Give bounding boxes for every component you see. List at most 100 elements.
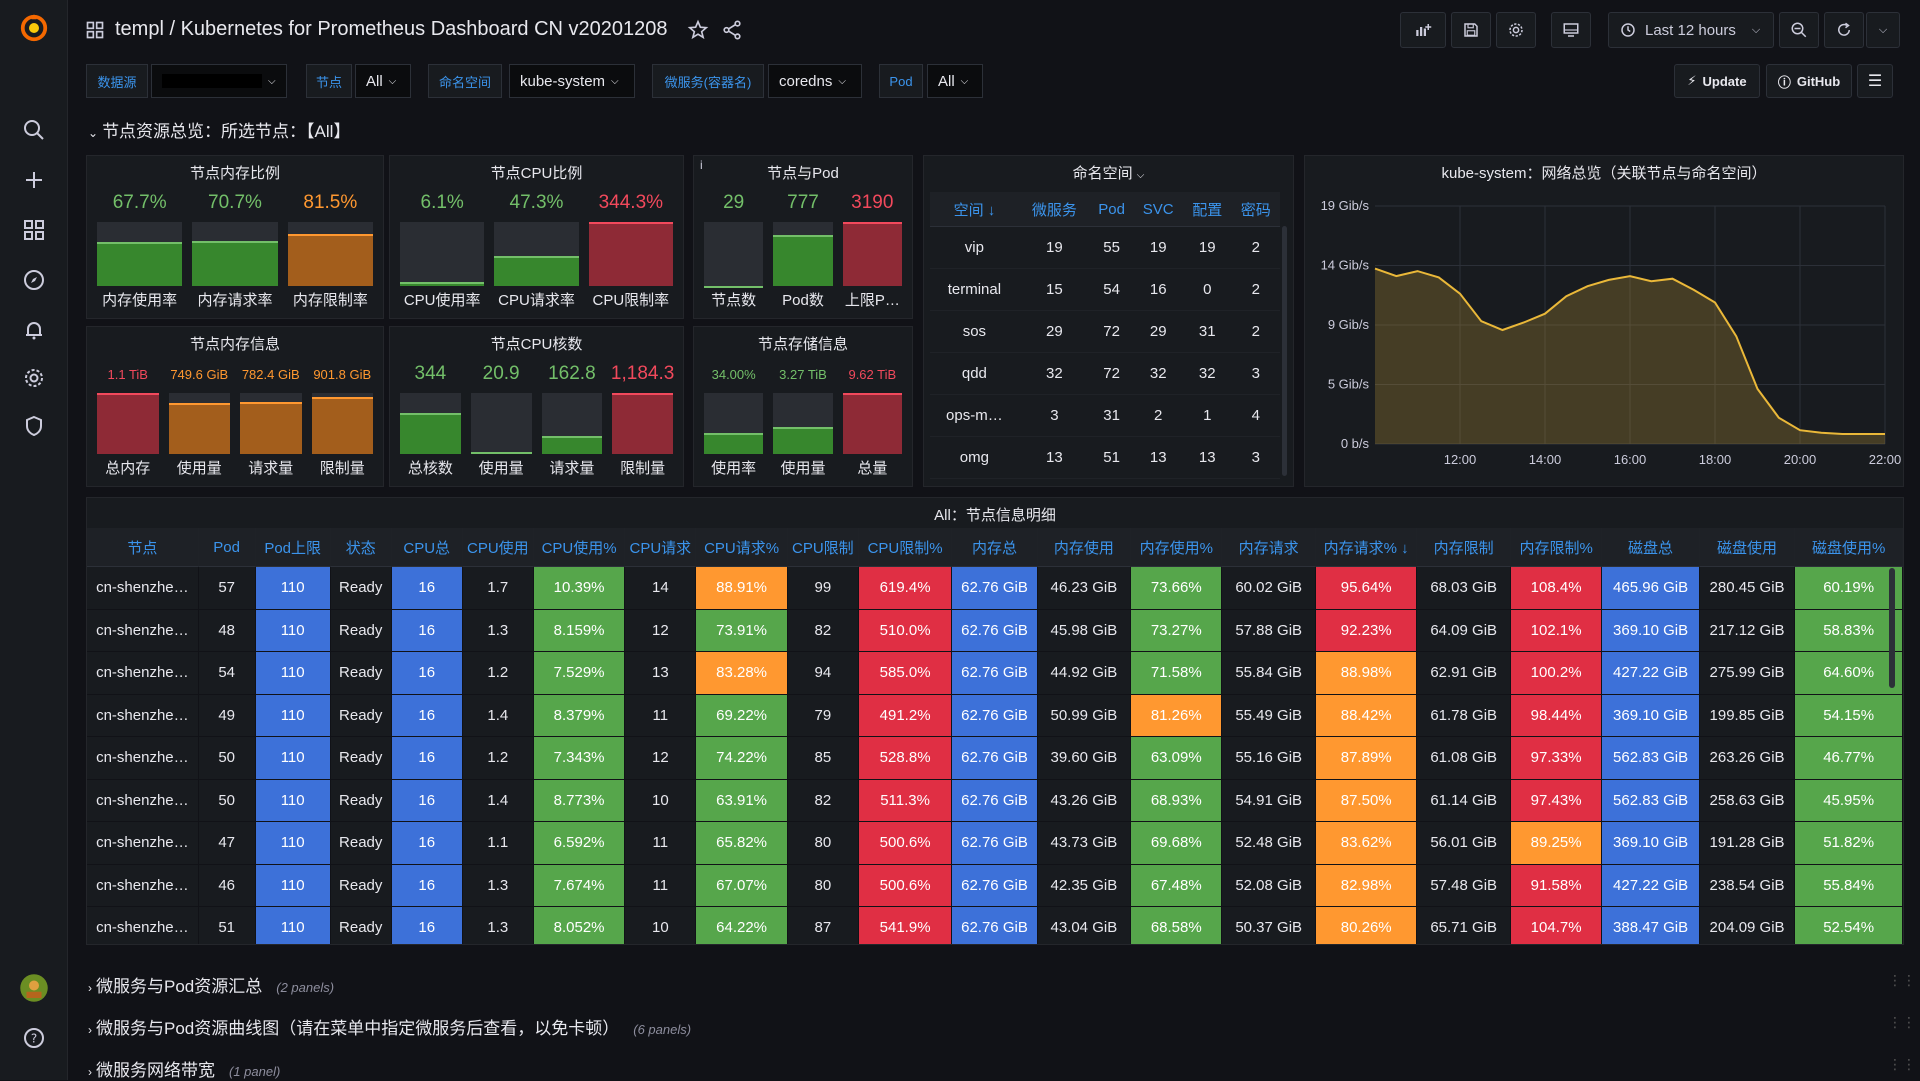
- table-scrollbar[interactable]: [1889, 568, 1895, 688]
- explore-compass-icon[interactable]: [18, 264, 50, 296]
- links-menu-button[interactable]: ☰: [1857, 64, 1893, 98]
- panel-node-pod[interactable]: i 节点与Pod 29 节点数 777 Pod数 3190 上限P…: [693, 155, 913, 319]
- refresh-interval-dropdown[interactable]: ⌵: [1866, 12, 1900, 48]
- row-node-overview[interactable]: ⌄ 节点资源总览：所选节点：【All】: [88, 117, 350, 142]
- dashboard-title[interactable]: templ / Kubernetes for Prometheus Dashbo…: [115, 18, 668, 41]
- column-header[interactable]: 磁盘总: [1602, 528, 1700, 567]
- save-dashboard-button[interactable]: [1451, 12, 1491, 48]
- shield-icon[interactable]: [18, 410, 50, 442]
- help-icon[interactable]: ?: [18, 1022, 50, 1054]
- dashboards-icon[interactable]: [18, 214, 50, 246]
- column-header[interactable]: CPU请求: [625, 528, 697, 567]
- collapsed-row[interactable]: › 微服务网络带宽 (1 panel) ⋮⋮: [88, 1056, 1916, 1081]
- configuration-gear-icon[interactable]: [18, 362, 50, 394]
- column-header[interactable]: 节点: [87, 528, 199, 567]
- table-cell: 1.3: [462, 864, 534, 907]
- add-panel-button[interactable]: [1400, 12, 1446, 48]
- time-range-picker[interactable]: Last 12 hours ⌵: [1608, 12, 1774, 48]
- panel-mem-ratio[interactable]: 节点内存比例 67.7% 内存使用率 70.7% 内存请求率 81.5% 内存限制率: [86, 155, 384, 319]
- pod-select[interactable]: All ⌵: [927, 64, 983, 98]
- panel-storage[interactable]: 节点存储信息 34.00% 使用率 3.27 TiB 使用量 9.62 TiB 总量: [693, 326, 913, 487]
- drag-handle-icon[interactable]: ⋮⋮: [1888, 1014, 1916, 1031]
- column-header[interactable]: CPU请求%: [696, 528, 788, 567]
- column-header[interactable]: Pod: [1089, 192, 1134, 227]
- column-header[interactable]: 内存使用%: [1131, 528, 1223, 567]
- search-icon[interactable]: [18, 114, 50, 146]
- zoom-out-button[interactable]: [1779, 12, 1819, 48]
- table-row[interactable]: cn-shenzhe… 47 110 Ready 16 1.1 6.592% 11 65.82%…: [87, 822, 1903, 865]
- column-header[interactable]: Pod上限: [255, 528, 331, 567]
- alerting-bell-icon[interactable]: [18, 314, 50, 346]
- table-cell: 110: [255, 907, 331, 944]
- panel-namespace-table[interactable]: 命名空间 ⌵ 空间 ↓ 微服务 Pod SVC 配置 密码 vip 19 55 19 19 2 ter…: [923, 155, 1294, 487]
- column-header[interactable]: CPU限制%: [858, 528, 953, 567]
- table-row[interactable]: omg 13 51 13 13 3: [930, 436, 1280, 479]
- gauge-bar-edge: [612, 393, 673, 395]
- service-select[interactable]: coredns ⌵: [768, 64, 862, 98]
- column-header[interactable]: 磁盘使用: [1699, 528, 1796, 567]
- user-avatar[interactable]: [18, 972, 50, 1004]
- column-header[interactable]: 磁盘使用%: [1795, 528, 1903, 567]
- panel-cpu-cores[interactable]: 节点CPU核数 344 总核数 20.9 使用量 162.8 请求量 1,184.3 限制量: [389, 326, 684, 487]
- table-row[interactable]: cn-shenzhe… 54 110 Ready 16 1.2 7.529% 13 83.28%…: [87, 652, 1903, 695]
- panel-node-details[interactable]: All：节点信息明细 节点 Pod Pod上限 状态 CPU总 CPU使用 CPU使用% CP…: [86, 497, 1904, 945]
- table-cell: 16: [391, 864, 463, 907]
- dashboard-settings-button[interactable]: [1496, 12, 1536, 48]
- column-header[interactable]: 内存请求% ↓: [1315, 528, 1418, 567]
- column-header[interactable]: CPU使用%: [533, 528, 626, 567]
- column-header[interactable]: CPU使用: [462, 528, 534, 567]
- column-header[interactable]: 内存请求: [1222, 528, 1316, 567]
- table-row[interactable]: ops-m… 3 31 2 1 4: [930, 394, 1280, 437]
- table-cell: 8.052%: [533, 907, 626, 944]
- column-header[interactable]: 内存总: [952, 528, 1038, 567]
- table-row[interactable]: cn-shenzhe… 48 110 Ready 16 1.3 8.159% 12 73.91%…: [87, 609, 1903, 652]
- table-row[interactable]: terminal 15 54 16 0 2: [930, 268, 1280, 311]
- collapsed-row[interactable]: › 微服务与Pod资源汇总 (2 panels) ⋮⋮: [88, 972, 1916, 997]
- column-header[interactable]: 状态: [330, 528, 392, 567]
- tv-mode-button[interactable]: [1551, 12, 1591, 48]
- refresh-button[interactable]: [1824, 12, 1864, 48]
- column-header[interactable]: 配置: [1183, 192, 1232, 227]
- github-link[interactable]: ⓘ GitHub: [1766, 64, 1852, 98]
- column-header[interactable]: 内存限制: [1417, 528, 1511, 567]
- column-header[interactable]: 空间 ↓: [930, 192, 1019, 227]
- column-header[interactable]: 微服务: [1018, 192, 1090, 227]
- table-row[interactable]: cn-shenzhe… 46 110 Ready 16 1.3 7.674% 11 67.07%…: [87, 864, 1903, 907]
- drag-handle-icon[interactable]: ⋮⋮: [1888, 1056, 1916, 1073]
- table-row[interactable]: sos 29 72 29 31 2: [930, 310, 1280, 353]
- column-header[interactable]: CPU限制: [787, 528, 859, 567]
- column-header[interactable]: CPU总: [391, 528, 463, 567]
- chevron-right-icon: ›: [88, 1065, 92, 1079]
- column-header[interactable]: 内存使用: [1037, 528, 1132, 567]
- plus-icon[interactable]: [18, 164, 50, 196]
- panel-cpu-ratio[interactable]: 节点CPU比例 6.1% CPU使用率 47.3% CPU请求率 344.3% CPU限制…: [389, 155, 684, 319]
- star-icon[interactable]: [687, 19, 709, 46]
- table-cell: 16: [391, 567, 463, 610]
- column-header[interactable]: 密码: [1231, 192, 1280, 227]
- table-scrollbar[interactable]: [1282, 226, 1287, 476]
- panel-mem-info[interactable]: 节点内存信息 1.1 TiB 总内存 749.6 GiB 使用量 782.4 GiB 请求…: [86, 326, 384, 487]
- namespace-select[interactable]: kube-system ⌵: [509, 64, 635, 98]
- panel-network-overview[interactable]: kube-system：网络总览（关联节点与命名空间） 19 Gib/s 14 G…: [1304, 155, 1904, 487]
- table-row[interactable]: qdd 32 72 32 32 3: [930, 352, 1280, 395]
- table-row[interactable]: vip 19 55 19 19 2: [930, 226, 1280, 269]
- update-link[interactable]: ⚡ Update: [1674, 64, 1760, 98]
- column-header[interactable]: Pod: [198, 528, 256, 567]
- table-cell: 16: [391, 694, 463, 737]
- datasource-select[interactable]: ⌵: [151, 64, 287, 98]
- table-row[interactable]: cn-shenzhe… 57 110 Ready 16 1.7 10.39% 14 88.91%…: [87, 567, 1903, 610]
- collapsed-row[interactable]: › 微服务与Pod资源曲线图（请在菜单中指定微服务后查看，以免卡顿） (6 pane…: [88, 1014, 1916, 1039]
- table-row[interactable]: cn-shenzhe… 50 110 Ready 16 1.2 7.343% 12 74.22%…: [87, 737, 1903, 780]
- column-header[interactable]: SVC: [1133, 192, 1184, 227]
- dashboard-grid-icon[interactable]: [85, 20, 105, 45]
- grafana-logo-icon[interactable]: [18, 12, 50, 44]
- share-icon[interactable]: [721, 19, 743, 46]
- panel-title[interactable]: 命名空间 ⌵: [924, 162, 1293, 183]
- drag-handle-icon[interactable]: ⋮⋮: [1888, 972, 1916, 989]
- table-row[interactable]: cn-shenzhe… 51 110 Ready 16 1.3 8.052% 10 64.22%…: [87, 907, 1903, 944]
- table-row[interactable]: cn-shenzhe… 49 110 Ready 16 1.4 8.379% 11 69.22%…: [87, 694, 1903, 737]
- table-cell: 16: [391, 779, 463, 822]
- table-row[interactable]: cn-shenzhe… 50 110 Ready 16 1.4 8.773% 10 63.91%…: [87, 779, 1903, 822]
- column-header[interactable]: 内存限制%: [1510, 528, 1603, 567]
- node-select[interactable]: All ⌵: [355, 64, 411, 98]
